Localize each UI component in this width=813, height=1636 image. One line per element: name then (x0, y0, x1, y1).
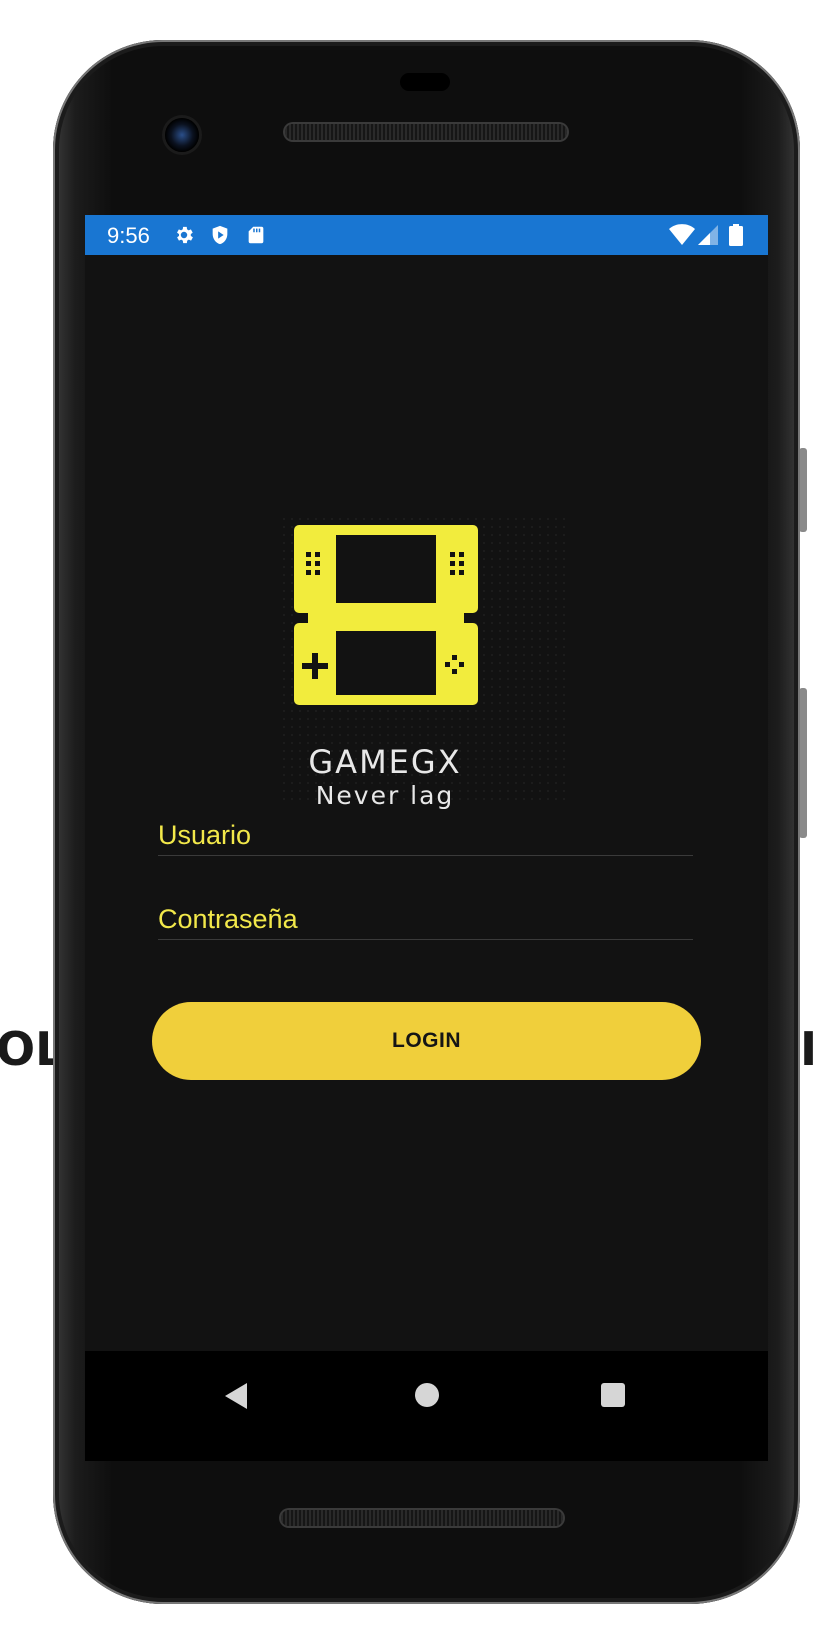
brand-name: GAMEGX (308, 743, 462, 781)
sd-card-icon (248, 226, 264, 244)
status-bar: 9:56 (85, 215, 768, 255)
app-screen: 9:56 GAMEGX Never lag Usuario LOGIN (85, 215, 768, 1351)
navigation-bar (85, 1351, 768, 1461)
top-speaker (285, 124, 567, 140)
password-input[interactable] (158, 899, 693, 939)
power-button (799, 688, 807, 838)
login-button[interactable]: LOGIN (152, 1002, 701, 1080)
front-camera (165, 118, 199, 152)
recents-icon[interactable] (601, 1383, 625, 1407)
status-time: 9:56 (107, 223, 150, 248)
wifi-icon (669, 224, 695, 245)
cell-signal-icon (698, 225, 718, 245)
app-logo: GAMEGX Never lag (280, 515, 570, 815)
username-input[interactable] (158, 815, 693, 855)
earpiece (400, 73, 450, 91)
background-text-right: I (800, 1022, 813, 1076)
shield-play-icon (212, 225, 228, 245)
username-field[interactable] (158, 815, 693, 856)
password-field[interactable] (158, 899, 693, 940)
bottom-speaker (281, 1510, 563, 1526)
handheld-console-icon (294, 525, 478, 705)
home-icon[interactable] (415, 1383, 439, 1407)
battery-icon (729, 224, 743, 246)
gear-icon (177, 226, 193, 244)
brand-tagline: Never lag (315, 781, 455, 810)
back-icon[interactable] (223, 1381, 249, 1411)
volume-button (799, 448, 807, 532)
